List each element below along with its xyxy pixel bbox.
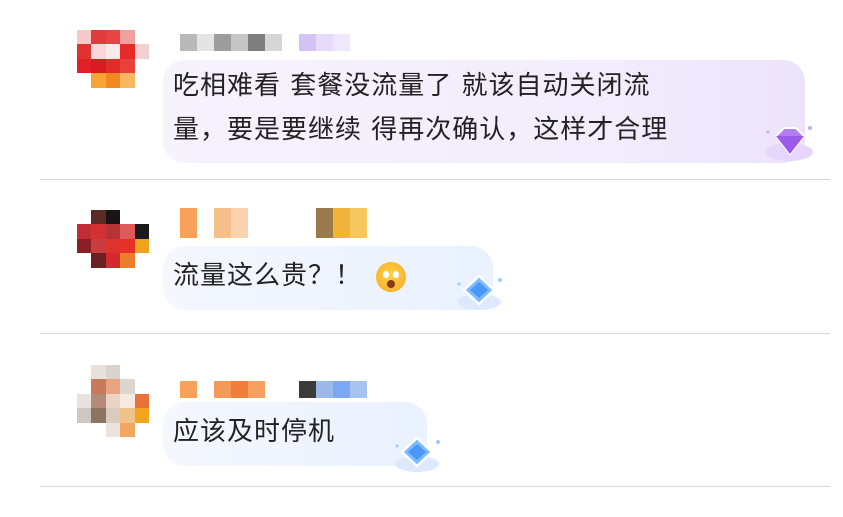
purple-diamond-badge-icon	[765, 126, 813, 161]
divider	[40, 179, 830, 180]
divider	[40, 333, 830, 334]
comment-text: 应该及时停机	[173, 417, 336, 447]
comment-bubble[interactable]: 流量这么贵？！	[163, 246, 493, 310]
comment-bubble[interactable]: 吃相难看 套餐没流量了 就该自动关闭流 量，要是要继续 得再次确认，这样才合理	[163, 60, 805, 163]
avatar[interactable]	[77, 365, 149, 437]
astonished-face-emoji-icon	[376, 261, 407, 292]
avatar[interactable]	[77, 210, 149, 282]
username-blurred[interactable]	[180, 381, 367, 398]
avatar[interactable]	[77, 30, 149, 102]
blue-diamond-badge-icon	[395, 436, 440, 472]
blue-diamond-badge-icon	[457, 274, 502, 310]
comment-bubble[interactable]: 应该及时停机	[163, 402, 427, 466]
username-blurred[interactable]	[180, 208, 367, 238]
divider	[40, 486, 830, 487]
comment-list: 吃相难看 套餐没流量了 就该自动关闭流 量，要是要继续 得再次确认，这样才合理 …	[0, 0, 843, 517]
comment-text: 流量这么贵？！	[173, 261, 363, 291]
comment-text: 吃相难看 套餐没流量了 就该自动关闭流 量，要是要继续 得再次确认，这样才合理	[173, 71, 669, 145]
username-blurred[interactable]	[180, 34, 350, 51]
